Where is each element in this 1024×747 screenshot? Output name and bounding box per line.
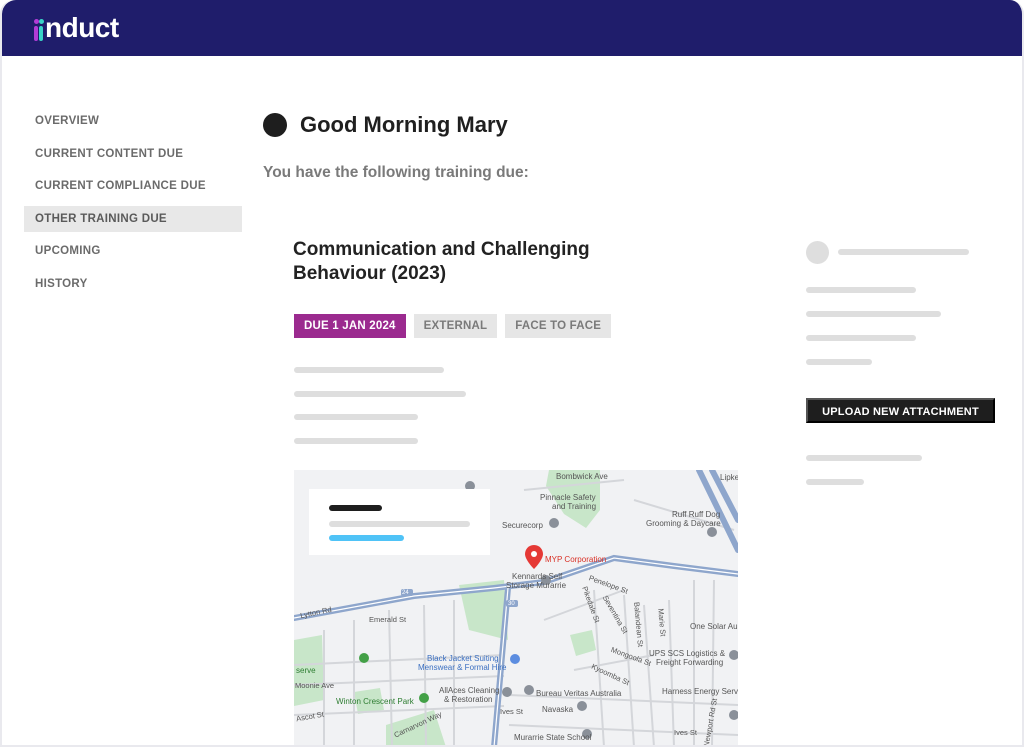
- map-label: Kennards Self: [512, 572, 563, 581]
- map-label: AllAces Cleaning: [439, 686, 500, 695]
- map-label: Pinnacle Safety: [540, 493, 596, 502]
- map-label: Bombwick Ave: [556, 472, 608, 481]
- top-navigation-bar: nduct: [2, 0, 1022, 56]
- map-road-shield: 24: [402, 590, 409, 596]
- map-label: Storage Murarrie: [506, 581, 567, 590]
- sidebar-item-overview[interactable]: OVERVIEW: [24, 108, 242, 134]
- app-frame: nduct OVERVIEW CURRENT CONTENT DUE CURRE…: [0, 0, 1024, 747]
- map-label-business: Menswear & Formal Hire: [418, 663, 507, 672]
- map-label: Ruff Ruff Dog: [672, 510, 721, 519]
- map-label-business: MYP Corporation: [545, 555, 607, 564]
- placeholder-text-line: [294, 414, 418, 420]
- map-label: and Training: [552, 502, 597, 511]
- map-label-road: Ives St: [500, 707, 523, 716]
- sidebar-item-history[interactable]: HISTORY: [24, 271, 242, 297]
- due-date-badge: DUE 1 JAN 2024: [294, 314, 406, 338]
- course-tags: DUE 1 JAN 2024 EXTERNAL FACE TO FACE: [294, 314, 619, 338]
- logo-mark-icon: [34, 15, 44, 41]
- info-card-text-line: [329, 521, 470, 527]
- map-label: & Restoration: [444, 695, 493, 704]
- location-map[interactable]: Bombwick Ave Pinnacle Safety and Trainin…: [294, 470, 738, 745]
- placeholder-text-line: [806, 311, 941, 317]
- map-label: One Solar Au: [690, 622, 738, 631]
- map-label: Navaska: [542, 705, 574, 714]
- map-label-road: Moonie Ave: [295, 681, 335, 690]
- map-label: Securecorp: [502, 521, 543, 530]
- map-label-park: Winton Crescent Park: [336, 697, 414, 706]
- info-card-link-line[interactable]: [329, 535, 404, 541]
- placeholder-text-line: [294, 367, 444, 373]
- sidebar-item-current-compliance-due[interactable]: CURRENT COMPLIANCE DUE: [24, 173, 242, 199]
- map-label-road: Emerald St: [369, 615, 407, 624]
- face-to-face-badge: FACE TO FACE: [505, 314, 612, 338]
- map-label: Murarrie State School: [514, 733, 592, 742]
- placeholder-text-line: [806, 479, 864, 485]
- sidebar-item-other-training-due[interactable]: OTHER TRAINING DUE: [24, 205, 242, 232]
- sidebar-item-upcoming[interactable]: UPCOMING: [24, 238, 242, 264]
- placeholder-text-line: [806, 335, 916, 341]
- map-label: Freight Forwarding: [656, 658, 724, 667]
- map-label: Lipke: [720, 473, 738, 482]
- map-label: UPS SCS Logistics &: [649, 649, 726, 658]
- placeholder-text-line: [806, 455, 922, 461]
- page-title: Good Morning Mary: [300, 112, 508, 137]
- map-label: serve: [296, 666, 316, 675]
- placeholder-text-line: [294, 391, 466, 397]
- map-info-card: [309, 489, 490, 555]
- map-label: Harness Energy Serv: [662, 687, 738, 696]
- course-title[interactable]: Communication and Challenging Behaviour …: [293, 238, 653, 286]
- page-subtitle: You have the following training due:: [263, 164, 529, 181]
- sidebar-nav: OVERVIEW CURRENT CONTENT DUE CURRENT COM…: [24, 108, 242, 303]
- map-label: Grooming & Daycare: [646, 519, 721, 528]
- logo-text: nduct: [45, 12, 119, 43]
- info-card-title-line: [329, 505, 382, 511]
- greeting-header: Good Morning Mary: [263, 112, 508, 138]
- sidebar-item-current-content-due[interactable]: CURRENT CONTENT DUE: [24, 141, 242, 167]
- induct-logo[interactable]: nduct: [34, 12, 119, 44]
- map-label-business: Black Jacket Suiting: [427, 654, 499, 663]
- map-road-shield: 30: [508, 601, 515, 607]
- placeholder-text-line: [806, 287, 916, 293]
- placeholder-text-line: [294, 438, 418, 444]
- upload-new-attachment-button[interactable]: UPLOAD NEW ATTACHMENT: [806, 398, 995, 423]
- avatar[interactable]: [263, 113, 287, 137]
- attachment-avatar: [806, 241, 829, 264]
- external-badge: EXTERNAL: [413, 314, 498, 338]
- placeholder-text-line: [838, 249, 969, 255]
- map-label-road: Ives St: [674, 728, 697, 737]
- map-label: Bureau Veritas Australia: [536, 689, 622, 698]
- placeholder-text-line: [806, 359, 872, 365]
